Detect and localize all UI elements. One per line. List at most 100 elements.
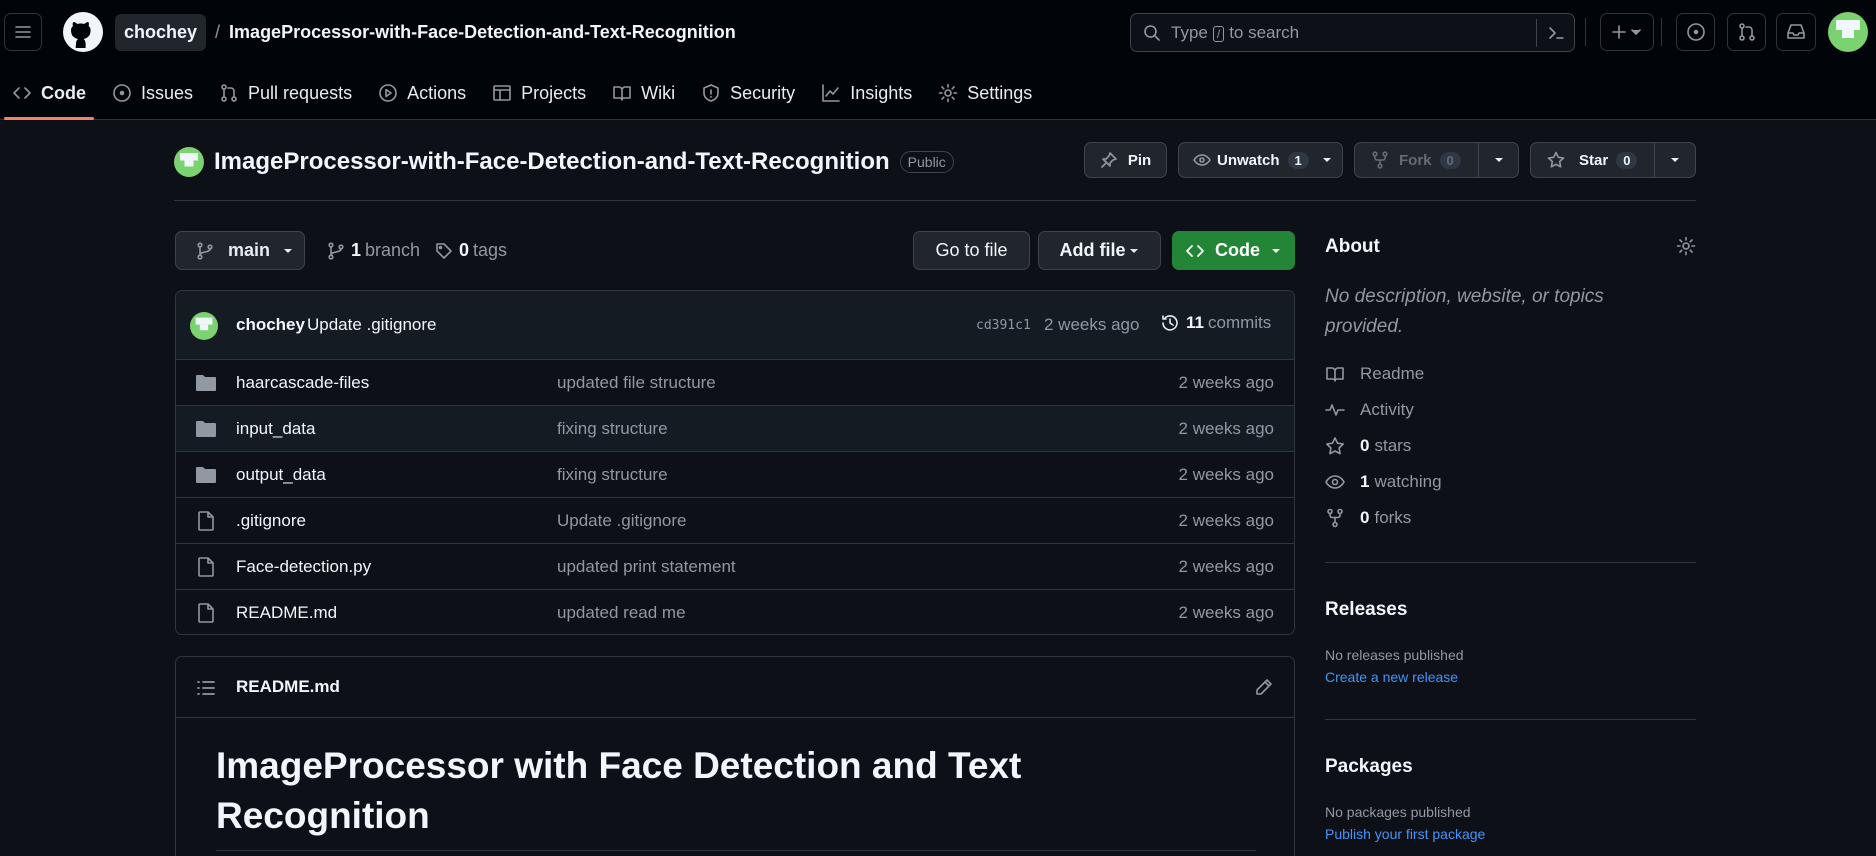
- file-name[interactable]: Face-detection.py: [236, 557, 371, 577]
- file-commit-message[interactable]: updated print statement: [557, 557, 736, 577]
- branch-icon: [328, 241, 344, 260]
- readme-filename[interactable]: README.md: [236, 677, 340, 697]
- file-name[interactable]: .gitignore: [236, 511, 306, 531]
- owner-link[interactable]: chochey: [115, 13, 207, 51]
- tab-projects[interactable]: Projects: [480, 72, 600, 114]
- file-time: 2 weeks ago: [1178, 419, 1274, 438]
- releases-heading[interactable]: Releases: [1325, 599, 1407, 621]
- pulse-icon: [1325, 404, 1345, 416]
- tab-security-label: Security: [730, 82, 796, 103]
- create-release-link[interactable]: Create a new release: [1325, 669, 1458, 685]
- gear-icon[interactable]: [1676, 236, 1696, 256]
- packages-empty-text: No packages published: [1325, 804, 1471, 820]
- file-commit-message[interactable]: Update .gitignore: [557, 511, 686, 531]
- activity-link[interactable]: Activity: [1325, 400, 1414, 420]
- latest-commit-bar: chochey Update .gitignore cd391c1 2 week…: [176, 291, 1294, 360]
- tab-actions-label: Actions: [407, 82, 467, 103]
- star-dropdown[interactable]: [1654, 143, 1695, 177]
- shield-icon: [703, 84, 719, 102]
- pencil-icon[interactable]: [1254, 677, 1274, 697]
- pull-requests-button[interactable]: [1727, 13, 1766, 51]
- unwatch-button[interactable]: Unwatch 1: [1178, 142, 1343, 178]
- book-icon: [613, 86, 631, 101]
- file-commit-message[interactable]: fixing structure: [557, 419, 668, 439]
- file-row[interactable]: Face-detection.py updated print statemen…: [176, 544, 1294, 590]
- issues-button[interactable]: [1676, 13, 1715, 51]
- fork-count: 0: [1439, 151, 1461, 169]
- commit-author-avatar[interactable]: [190, 312, 218, 340]
- branches-link[interactable]: 1 branch: [327, 240, 420, 261]
- page-title[interactable]: ImageProcessor-with-Face-Detection-and-T…: [214, 148, 890, 176]
- command-palette-button[interactable]: [1536, 19, 1574, 47]
- tab-security[interactable]: Security: [689, 72, 809, 114]
- readme-link[interactable]: Readme: [1325, 364, 1424, 384]
- title-divider: [174, 200, 1696, 201]
- file-name[interactable]: README.md: [236, 603, 337, 623]
- fork-icon: [1327, 508, 1343, 528]
- play-icon: [379, 84, 397, 102]
- releases-empty-text: No releases published: [1325, 647, 1464, 663]
- commit-author[interactable]: chochey: [236, 315, 305, 335]
- file-commit-message[interactable]: updated file structure: [557, 373, 716, 393]
- add-file-button[interactable]: Add file: [1038, 231, 1161, 270]
- folder-icon: [196, 467, 216, 483]
- user-avatar[interactable]: [1828, 12, 1868, 52]
- packages-heading[interactable]: Packages: [1325, 756, 1413, 778]
- tab-settings[interactable]: Settings: [926, 72, 1046, 114]
- file-row[interactable]: input_data fixing structure 2 weeks ago: [176, 406, 1294, 452]
- code-label: Code: [1215, 240, 1260, 260]
- tab-code[interactable]: Code: [0, 72, 100, 120]
- issue-icon: [1686, 23, 1705, 41]
- tag-count: 0: [459, 240, 470, 260]
- commit-history-link[interactable]: 11 commits: [1160, 313, 1271, 333]
- inbox-button[interactable]: [1776, 13, 1816, 51]
- repo-link[interactable]: ImageProcessor-with-Face-Detection-and-T…: [229, 22, 736, 43]
- pin-button[interactable]: Pin: [1084, 142, 1167, 178]
- repo-owner-avatar[interactable]: [174, 147, 204, 177]
- commit-message[interactable]: Update .gitignore: [307, 315, 436, 335]
- file-name[interactable]: input_data: [236, 419, 315, 439]
- file-row[interactable]: .gitignore Update .gitignore 2 weeks ago: [176, 498, 1294, 544]
- publish-package-link[interactable]: Publish your first package: [1325, 826, 1485, 842]
- file-commit-message[interactable]: fixing structure: [557, 465, 668, 485]
- identicon-icon: [180, 153, 198, 167]
- file-commit-message[interactable]: updated read me: [557, 603, 686, 623]
- breadcrumb: chochey / ImageProcessor-with-Face-Detec…: [115, 13, 736, 51]
- commit-sha[interactable]: cd391c1: [976, 318, 1031, 333]
- file-name[interactable]: output_data: [236, 465, 326, 485]
- search-input[interactable]: Type / to search: [1130, 13, 1575, 52]
- github-logo-icon[interactable]: [62, 11, 104, 53]
- graph-icon: [822, 84, 840, 102]
- tab-wiki[interactable]: Wiki: [600, 72, 689, 114]
- star-main[interactable]: Star 0: [1531, 151, 1654, 169]
- branch-count: 1: [351, 240, 362, 260]
- tags-link[interactable]: 0 tags: [435, 240, 507, 261]
- go-to-file-button[interactable]: Go to file: [913, 231, 1030, 270]
- file-row[interactable]: README.md updated read me 2 weeks ago: [176, 590, 1294, 634]
- file-name[interactable]: haarcascade-files: [236, 373, 369, 393]
- caret-down-icon: [1494, 158, 1503, 162]
- tab-insights-label: Insights: [850, 82, 913, 103]
- list-icon[interactable]: [196, 679, 216, 697]
- file-icon: [198, 511, 214, 531]
- star-button[interactable]: Star 0: [1530, 142, 1696, 178]
- fork-main[interactable]: Fork 0: [1355, 151, 1478, 169]
- watching-link[interactable]: 1 watching: [1325, 472, 1442, 492]
- create-new-button[interactable]: [1600, 13, 1654, 51]
- stars-link[interactable]: 0 stars: [1325, 436, 1411, 456]
- hamburger-icon: [15, 26, 31, 38]
- fork-button[interactable]: Fork 0: [1354, 142, 1519, 178]
- file-row[interactable]: haarcascade-files updated file structure…: [176, 360, 1294, 406]
- tab-actions[interactable]: Actions: [366, 72, 480, 114]
- watching-label: watching: [1374, 472, 1442, 491]
- file-row[interactable]: output_data fixing structure 2 weeks ago: [176, 452, 1294, 498]
- menu-button[interactable]: [4, 13, 42, 51]
- branch-selector[interactable]: main: [175, 231, 305, 270]
- tag-icon: [436, 242, 452, 259]
- tab-pull-requests[interactable]: Pull requests: [207, 72, 366, 114]
- fork-dropdown[interactable]: [1478, 143, 1518, 177]
- tab-insights[interactable]: Insights: [809, 72, 926, 114]
- forks-link[interactable]: 0 forks: [1325, 508, 1411, 528]
- tab-issues[interactable]: Issues: [100, 72, 207, 114]
- code-button[interactable]: Code: [1172, 231, 1295, 270]
